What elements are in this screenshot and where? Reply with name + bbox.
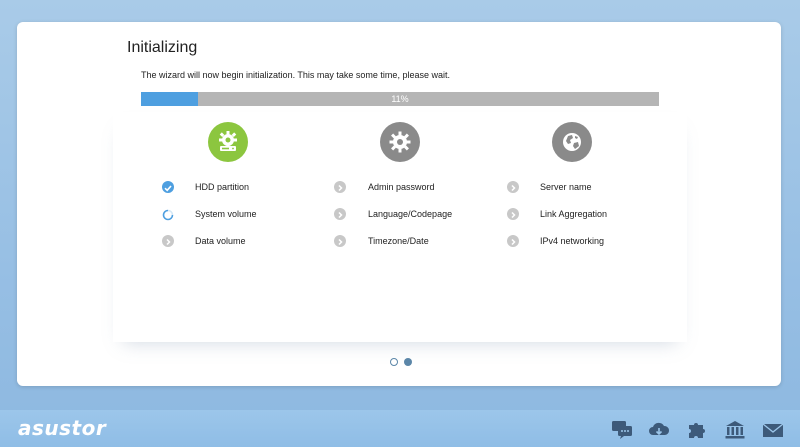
brand-logo: asustor — [18, 416, 107, 440]
gear-icon — [380, 122, 420, 162]
page-title: Initializing — [127, 39, 198, 56]
taskbar: asustor — [0, 410, 800, 447]
step-data-volume: Data volume — [195, 236, 246, 246]
mail-icon[interactable] — [762, 420, 784, 440]
step-hdd-partition: HDD partition — [195, 182, 250, 192]
progress-bar: 11% — [141, 92, 659, 106]
progress-percent: 11% — [391, 94, 409, 104]
chevron-right-icon — [507, 181, 519, 193]
step-admin-password: Admin password — [368, 182, 435, 192]
globe-icon — [552, 122, 592, 162]
chevron-right-icon — [507, 208, 519, 220]
chevron-right-icon — [334, 181, 346, 193]
chevron-right-icon — [334, 235, 346, 247]
wizard-dialog: Initializing The wizard will now begin i… — [17, 22, 781, 386]
step-system-volume: System volume — [195, 209, 257, 219]
check-icon — [162, 181, 174, 193]
step-link-aggregation: Link Aggregation — [540, 209, 608, 219]
page-dot-2[interactable] — [404, 358, 412, 366]
chevron-right-icon — [507, 235, 519, 247]
chat-icon[interactable] — [611, 420, 633, 440]
chevron-right-icon — [334, 208, 346, 220]
page-dot-1[interactable] — [390, 358, 398, 366]
loading-spinner-icon — [162, 208, 174, 221]
step-server-name: Server name — [540, 182, 592, 192]
gear-disk-icon — [208, 122, 248, 162]
puzzle-icon[interactable] — [686, 420, 708, 440]
step-timezone-date: Timezone/Date — [368, 236, 429, 246]
step-ipv4-networking: IPv4 networking — [540, 236, 605, 246]
wizard-description: The wizard will now begin initialization… — [141, 70, 450, 80]
bank-icon[interactable] — [724, 420, 746, 440]
chevron-right-icon — [162, 235, 174, 247]
cloud-download-icon[interactable] — [648, 420, 670, 440]
step-language-codepage: Language/Codepage — [368, 209, 453, 219]
